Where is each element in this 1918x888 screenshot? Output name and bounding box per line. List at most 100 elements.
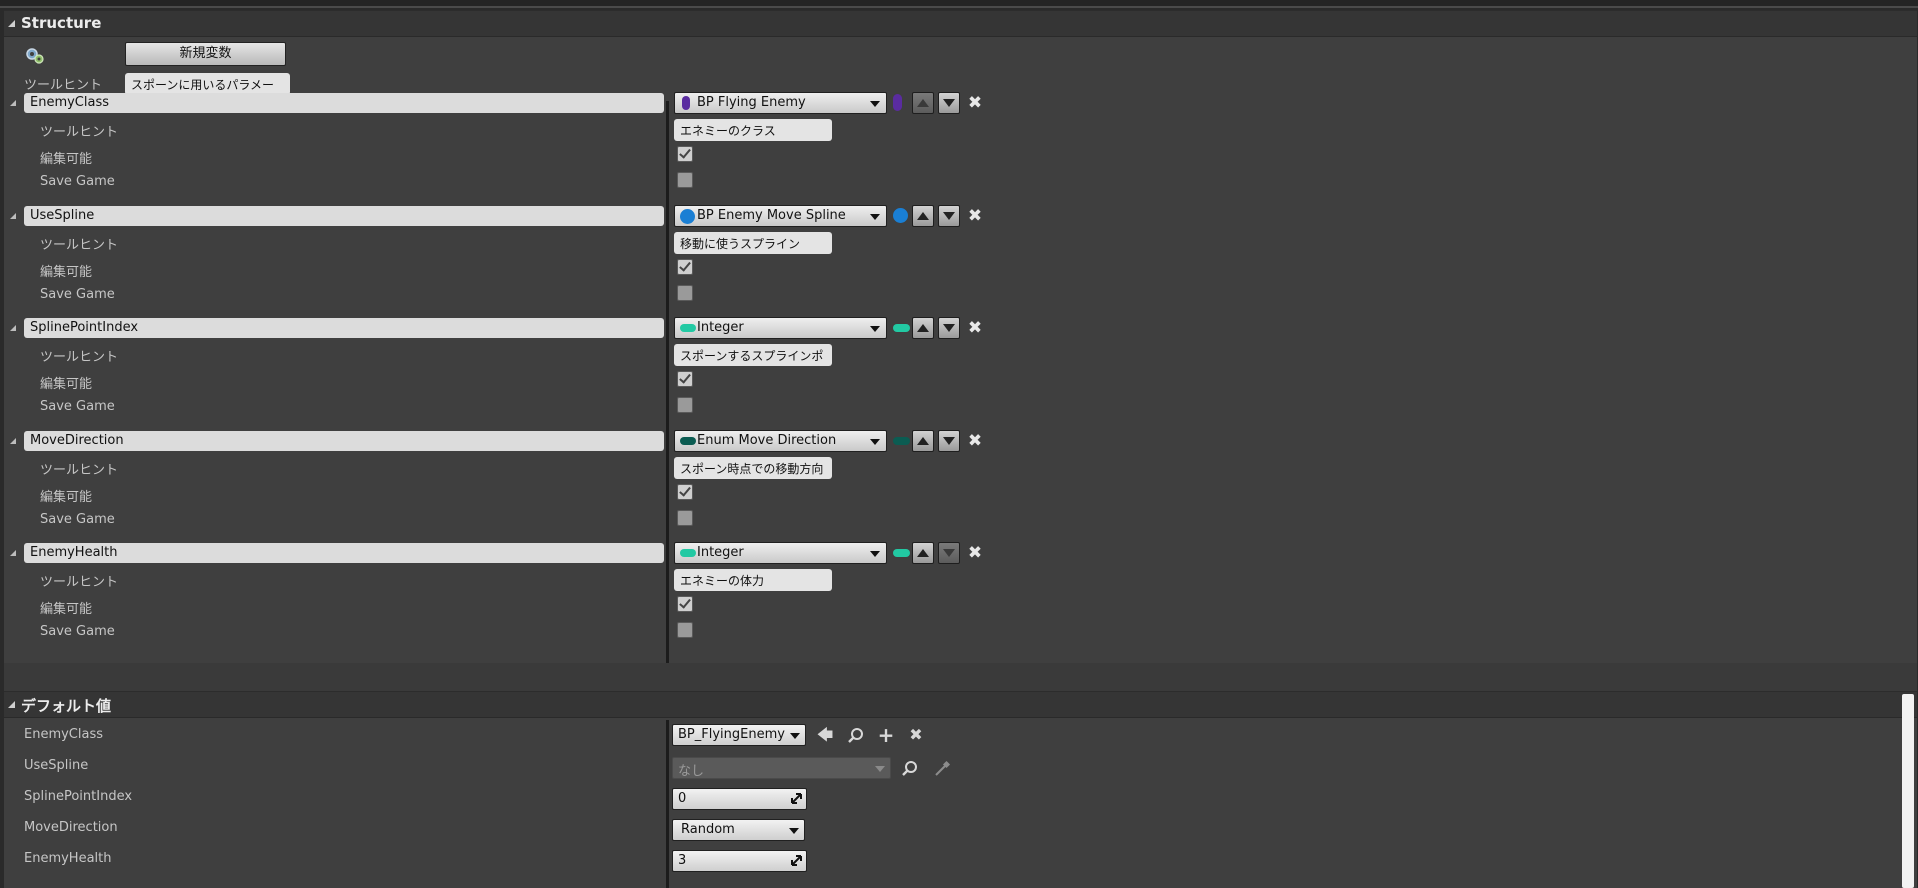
variable-type-dropdown[interactable]: Integer: [674, 317, 887, 339]
variable-name-field[interactable]: UseSpline: [24, 206, 664, 226]
structure-tooltip-label: ツールヒント: [24, 78, 103, 93]
save-game-checkbox[interactable]: [677, 510, 693, 526]
collapse-arrow-icon[interactable]: [8, 20, 15, 27]
close-icon[interactable]: ✖: [967, 433, 983, 450]
close-icon[interactable]: ✖: [967, 208, 983, 225]
checkmark-icon: [679, 146, 691, 159]
triangle-down-icon: [943, 99, 955, 107]
expand-arrow-icon[interactable]: [10, 325, 16, 331]
triangle-up-icon: [917, 437, 929, 445]
triangle-down-icon: [943, 437, 955, 445]
variable-name-field[interactable]: EnemyClass: [24, 93, 664, 113]
move-up-button[interactable]: [912, 205, 934, 227]
close-icon[interactable]: ✖: [967, 545, 983, 562]
variable-type-label: BP Flying Enemy: [697, 95, 806, 110]
save-game-checkbox[interactable]: [677, 397, 693, 413]
move-up-button[interactable]: [912, 92, 934, 114]
variable-type-label: Integer: [697, 545, 744, 560]
column-splitter[interactable]: [666, 720, 669, 888]
magnifier-icon[interactable]: [901, 760, 919, 778]
tooltip-label: ツールヒント: [40, 350, 119, 365]
tooltip-label: ツールヒント: [40, 238, 119, 253]
tooltip-label: ツールヒント: [40, 575, 119, 590]
editable-checkbox[interactable]: [677, 259, 693, 275]
move-up-button[interactable]: [912, 430, 934, 452]
editable-checkbox[interactable]: [677, 596, 693, 612]
editable-label: 編集可能: [40, 152, 93, 167]
editable-checkbox[interactable]: [677, 484, 693, 500]
save-game-checkbox[interactable]: [677, 285, 693, 301]
variable-type-dropdown[interactable]: BP Enemy Move Spline: [674, 205, 887, 227]
enemy-health-spinbox[interactable]: 3: [672, 850, 807, 872]
expand-arrow-icon[interactable]: [10, 100, 16, 106]
variable-type-dropdown[interactable]: BP Flying Enemy: [674, 92, 887, 114]
section-title: Structure: [21, 14, 102, 32]
plus-icon[interactable]: +: [876, 725, 896, 745]
variable-name-field[interactable]: SplinePointIndex: [24, 318, 664, 338]
magnifier-icon[interactable]: [847, 727, 865, 745]
variable-name-field[interactable]: MoveDirection: [24, 431, 664, 451]
move-down-button[interactable]: [938, 92, 960, 114]
tooltip-field[interactable]: エネミーの体力: [674, 569, 832, 591]
move-down-button[interactable]: [938, 542, 960, 564]
collapse-arrow-icon[interactable]: [8, 701, 15, 708]
container-type-icon[interactable]: [893, 549, 910, 557]
tooltip-label: ツールヒント: [40, 463, 119, 478]
variable-type-dropdown[interactable]: Enum Move Direction: [674, 430, 887, 452]
editable-checkbox[interactable]: [677, 371, 693, 387]
expand-arrow-icon[interactable]: [10, 213, 16, 219]
move-down-button[interactable]: [938, 317, 960, 339]
close-icon[interactable]: ✖: [967, 320, 983, 337]
save-game-label: Save Game: [40, 624, 115, 639]
triangle-down-icon: [943, 324, 955, 332]
new-variable-button[interactable]: 新規変数: [125, 42, 286, 66]
checkmark-icon: [679, 259, 691, 272]
move-down-button[interactable]: [938, 205, 960, 227]
defaults-section: デフォルト値 EnemyClass BP_FlyingEnemy 🡄 + ✖ U…: [4, 691, 1917, 888]
container-type-icon[interactable]: [893, 208, 908, 223]
container-type-icon[interactable]: [893, 94, 902, 111]
triangle-down-icon: [943, 212, 955, 220]
type-pin-icon: [680, 549, 696, 557]
expand-arrow-icon[interactable]: [10, 550, 16, 556]
close-icon[interactable]: ✖: [967, 95, 983, 112]
save-game-label: Save Game: [40, 399, 115, 414]
tooltip-field[interactable]: スポーンするスプラインポ: [674, 344, 832, 366]
editable-checkbox[interactable]: [677, 146, 693, 162]
move-up-button[interactable]: [912, 542, 934, 564]
type-pin-icon: [682, 96, 690, 110]
chevron-down-icon: [870, 101, 880, 107]
structure-tooltip-field[interactable]: スポーンに用いるパラメー: [125, 73, 290, 95]
scrollbar[interactable]: [1902, 694, 1914, 888]
tooltip-field[interactable]: スポーン時点での移動方向: [674, 457, 832, 479]
enemy-class-dropdown[interactable]: BP_FlyingEnemy: [672, 724, 806, 746]
save-game-label: Save Game: [40, 512, 115, 527]
eyedropper-icon[interactable]: [933, 760, 951, 778]
move-direction-dropdown[interactable]: Random: [672, 819, 805, 841]
triangle-up-icon: [917, 212, 929, 220]
arrow-left-icon[interactable]: 🡄: [815, 725, 835, 745]
close-icon[interactable]: ✖: [906, 725, 926, 745]
variable-type-label: BP Enemy Move Spline: [697, 208, 846, 223]
save-game-checkbox[interactable]: [677, 172, 693, 188]
column-splitter[interactable]: [666, 101, 669, 664]
expand-arrow-icon[interactable]: [10, 438, 16, 444]
container-type-icon[interactable]: [893, 324, 910, 332]
tooltip-field[interactable]: エネミーのクラス: [674, 119, 832, 141]
move-down-button[interactable]: [938, 430, 960, 452]
tooltip-field[interactable]: 移動に使うスプライン: [674, 232, 832, 254]
container-type-icon[interactable]: [893, 437, 910, 445]
save-game-label: Save Game: [40, 174, 115, 189]
structure-header[interactable]: Structure: [4, 11, 1917, 37]
move-up-button[interactable]: [912, 317, 934, 339]
variable-name-field[interactable]: EnemyHealth: [24, 543, 664, 563]
chevron-down-icon: [789, 828, 799, 834]
type-pin-icon: [680, 437, 696, 445]
triangle-up-icon: [917, 324, 929, 332]
variable-type-dropdown[interactable]: Integer: [674, 542, 887, 564]
dropdown-value: BP_FlyingEnemy: [678, 727, 785, 742]
triangle-up-icon: [917, 549, 929, 557]
defaults-header[interactable]: デフォルト値: [4, 692, 1917, 718]
spline-point-index-spinbox[interactable]: 0: [672, 788, 807, 810]
save-game-checkbox[interactable]: [677, 622, 693, 638]
